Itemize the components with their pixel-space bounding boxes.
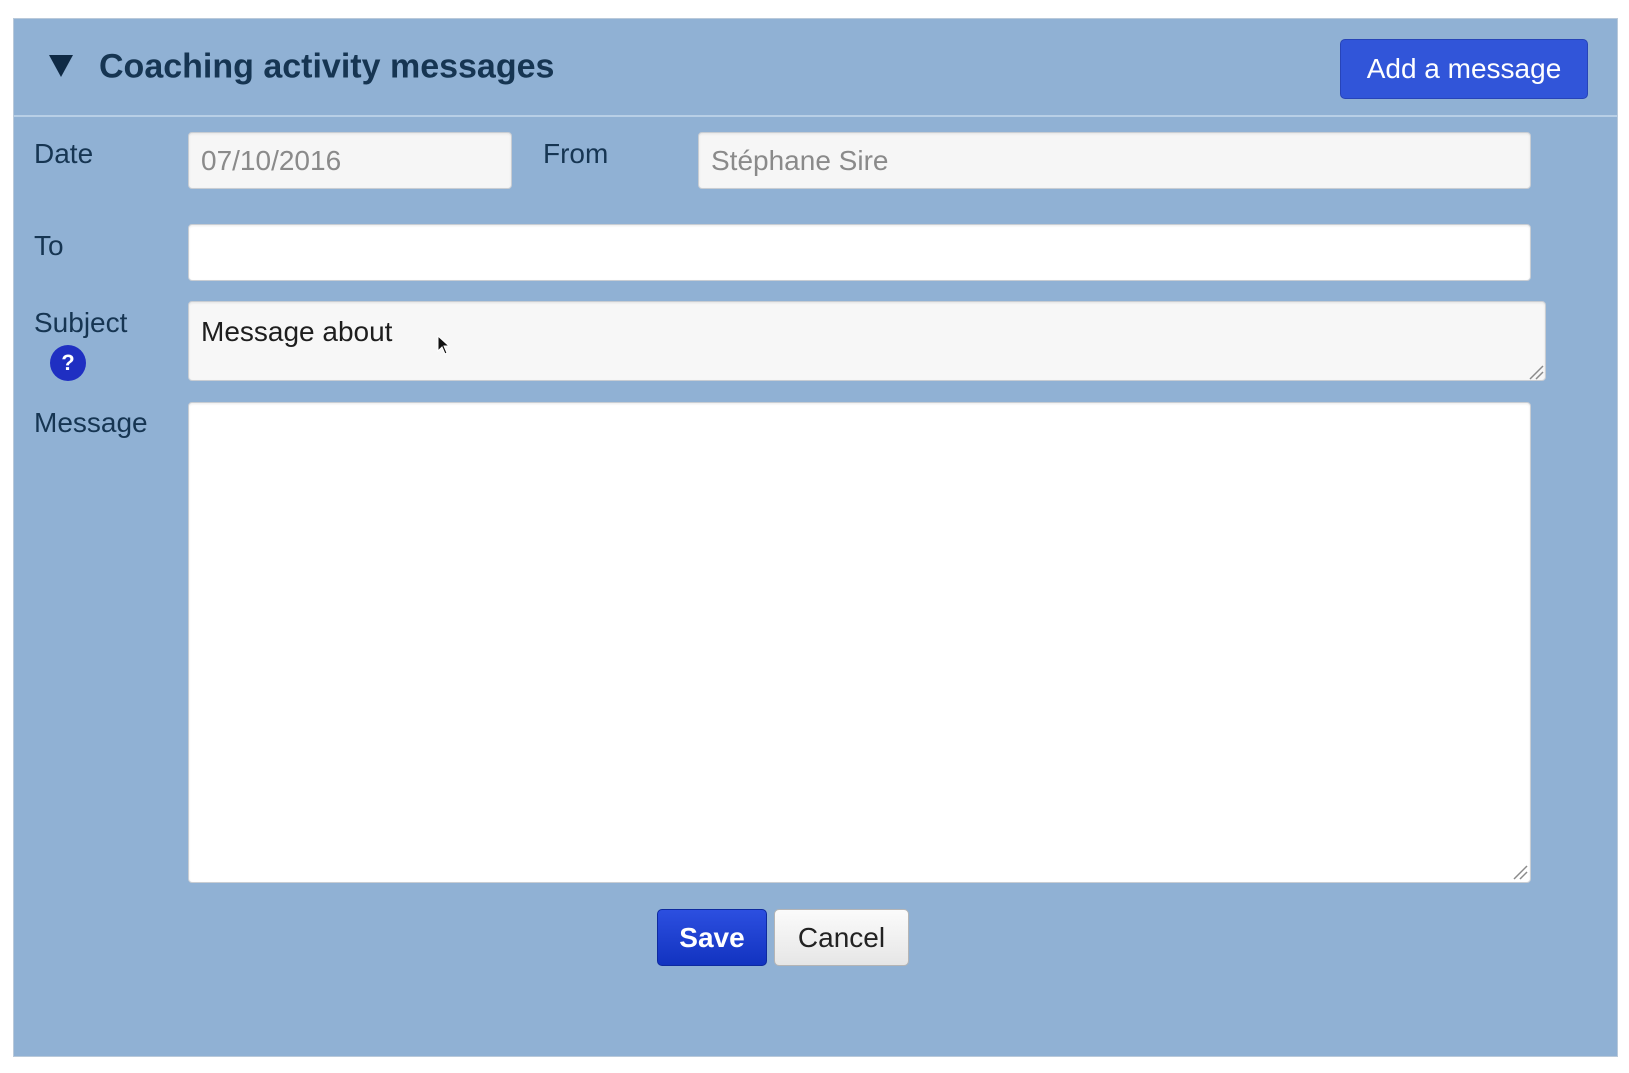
mouse-cursor-icon (437, 335, 451, 355)
message-label: Message (34, 407, 148, 438)
subject-label: Subject (34, 307, 128, 338)
save-button[interactable]: Save (657, 909, 767, 966)
cancel-button[interactable]: Cancel (774, 909, 909, 966)
help-icon[interactable]: ? (50, 345, 86, 381)
coaching-messages-panel: Coaching activity messages Add a message… (13, 18, 1618, 1057)
resize-grip-icon[interactable] (1510, 862, 1528, 880)
from-field[interactable] (698, 132, 1531, 189)
add-message-button[interactable]: Add a message (1340, 39, 1588, 99)
to-label: To (34, 230, 64, 261)
from-label: From (543, 138, 609, 169)
panel-title: Coaching activity messages (99, 47, 555, 86)
message-field[interactable] (188, 402, 1531, 883)
date-label: Date (34, 138, 94, 169)
resize-grip-icon[interactable] (1526, 362, 1544, 380)
subject-field[interactable]: Message about (188, 301, 1546, 381)
date-field[interactable] (188, 132, 512, 189)
triangle-down-icon[interactable] (47, 51, 75, 81)
to-field[interactable] (188, 224, 1531, 281)
panel-header: Coaching activity messages Add a message (14, 19, 1617, 117)
